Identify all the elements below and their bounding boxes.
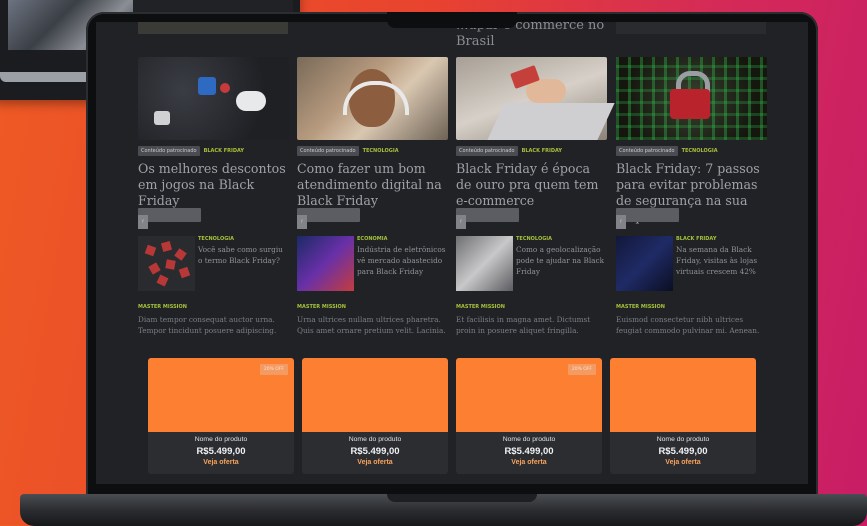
product-card[interactable]: 20% OFF Nome do produto R$5.499,00 Veja … <box>148 358 294 474</box>
list-item-thumbnail[interactable] <box>297 236 354 291</box>
category-label[interactable]: BLACK FRIDAY <box>204 148 244 154</box>
discount-badge: 20% OFF <box>259 364 288 375</box>
laptop-screen: ...upar e-commerce no Brasil Conteúdo pa… <box>96 22 808 484</box>
featured-thumbnail[interactable] <box>138 57 289 140</box>
product-name[interactable]: Nome do produto <box>302 436 448 443</box>
list-item[interactable]: TECNOLOGIA Você sabe como surgiu o termo… <box>138 236 289 291</box>
featured-thumbnail[interactable] <box>456 57 615 140</box>
master-text[interactable]: Diam tempor consequat auctor urna. Tempo… <box>138 314 293 336</box>
list-item-title[interactable]: Você sabe como surgiu o termo Black Frid… <box>198 244 289 266</box>
master-item[interactable]: MASTER MISSION Euismod consectetur nibh … <box>616 304 771 336</box>
list-item-thumbnail[interactable] <box>616 236 673 291</box>
see-offer-link[interactable]: Veja oferta <box>456 459 602 466</box>
featured-card[interactable]: Conteúdo patrocinado BLACK FRIDAY Black … <box>456 57 615 209</box>
product-image[interactable] <box>302 358 448 432</box>
laptop-notch <box>387 12 517 28</box>
list-item[interactable]: BLACK FRIDAY Na semana da Black Friday, … <box>616 236 767 291</box>
master-item[interactable]: MASTER MISSION Urna ultrices nullam ultr… <box>297 304 452 336</box>
list-item-category[interactable]: BLACK FRIDAY <box>676 236 716 242</box>
product-card[interactable]: Nome do produto R$5.499,00 Veja oferta <box>302 358 448 474</box>
master-category[interactable]: MASTER MISSION <box>616 304 771 310</box>
laptop-base <box>20 494 867 526</box>
featured-card[interactable]: Conteúdo patrocinado TECNOLOGIA Black Fr… <box>616 57 767 225</box>
top-article-thumbnail-2[interactable] <box>616 22 766 34</box>
list-item-category[interactable]: ECONOMIA <box>357 236 387 242</box>
featured-thumbnail[interactable] <box>297 57 448 140</box>
list-item-thumbnail[interactable] <box>456 236 513 291</box>
product-name[interactable]: Nome do produto <box>148 436 294 443</box>
top-article-thumbnail[interactable] <box>138 22 288 34</box>
share-pill[interactable]: f <box>138 208 201 229</box>
share-pill[interactable]: f <box>297 208 360 229</box>
product-price: R$5.499,00 <box>504 446 554 457</box>
featured-title[interactable]: Black Friday é época de ouro pra quem te… <box>456 161 607 209</box>
product-card[interactable]: 20% OFF Nome do produto R$5.499,00 Veja … <box>456 358 602 474</box>
discount-badge: 20% OFF <box>567 364 596 375</box>
featured-thumbnail[interactable] <box>616 57 767 140</box>
list-item-title[interactable]: Indústria de eletrônicos vê mercado abas… <box>357 244 448 277</box>
list-item-title[interactable]: Na semana da Black Friday, visitas às lo… <box>676 244 767 277</box>
see-offer-link[interactable]: Veja oferta <box>302 459 448 466</box>
product-card[interactable]: Nome do produto R$5.499,00 Veja oferta <box>610 358 756 474</box>
list-item[interactable]: TECNOLOGIA Como a geolocalização pode te… <box>456 236 607 291</box>
product-image[interactable] <box>610 358 756 432</box>
master-text[interactable]: Urna ultrices nullam ultrices pharetra. … <box>297 314 452 336</box>
sponsored-tag: Conteúdo patrocinado <box>616 146 678 156</box>
featured-title[interactable]: Os melhores descontos em jogos na Black … <box>138 161 289 209</box>
product-image[interactable]: 20% OFF <box>456 358 602 432</box>
sponsored-tag: Conteúdo patrocinado <box>456 146 518 156</box>
category-label[interactable]: TECNOLOGIA <box>363 148 399 154</box>
master-item[interactable]: MASTER MISSION Et facilisis in magna ame… <box>456 304 611 336</box>
category-label[interactable]: BLACK FRIDAY <box>522 148 562 154</box>
featured-card[interactable]: Conteúdo patrocinado BLACK FRIDAY Os mel… <box>138 57 289 209</box>
see-offer-link[interactable]: Veja oferta <box>610 459 756 466</box>
laptop-groove <box>387 494 537 502</box>
list-item[interactable]: ECONOMIA Indústria de eletrônicos vê mer… <box>297 236 448 291</box>
featured-card[interactable]: Conteúdo patrocinado TECNOLOGIA Como faz… <box>297 57 448 209</box>
master-text[interactable]: Et facilisis in magna amet. Dictumst pro… <box>456 314 611 336</box>
list-item-thumbnail[interactable] <box>138 236 195 291</box>
product-price: R$5.499,00 <box>196 446 246 457</box>
master-text[interactable]: Euismod consectetur nibh ultrices feugia… <box>616 314 771 336</box>
see-offer-link[interactable]: Veja oferta <box>148 459 294 466</box>
master-category[interactable]: MASTER MISSION <box>456 304 611 310</box>
master-category[interactable]: MASTER MISSION <box>138 304 293 310</box>
master-category[interactable]: MASTER MISSION <box>297 304 452 310</box>
product-name[interactable]: Nome do produto <box>456 436 602 443</box>
featured-title[interactable]: Como fazer um bom atendimento digital na… <box>297 161 448 209</box>
sponsored-tag: Conteúdo patrocinado <box>297 146 359 156</box>
master-item[interactable]: MASTER MISSION Diam tempor consequat auc… <box>138 304 293 336</box>
product-image[interactable]: 20% OFF <box>148 358 294 432</box>
share-pill[interactable]: f <box>616 208 679 229</box>
share-pill[interactable]: f <box>456 208 519 229</box>
list-item-title[interactable]: Como a geolocalização pode te ajudar na … <box>516 244 607 277</box>
product-price: R$5.499,00 <box>658 446 708 457</box>
sponsored-tag: Conteúdo patrocinado <box>138 146 200 156</box>
category-label[interactable]: TECNOLOGIA <box>682 148 718 154</box>
product-price: R$5.499,00 <box>350 446 400 457</box>
product-name[interactable]: Nome do produto <box>610 436 756 443</box>
list-item-category[interactable]: TECNOLOGIA <box>516 236 552 242</box>
list-item-category[interactable]: TECNOLOGIA <box>198 236 234 242</box>
